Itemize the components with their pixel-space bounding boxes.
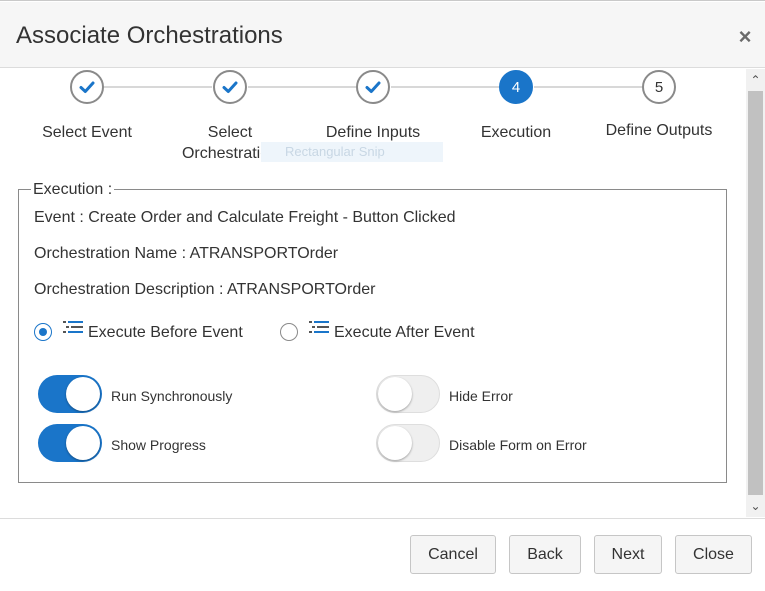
snip-overlay-text: Rectangular Snip <box>261 142 443 162</box>
step-label-define-inputs: Define Inputs <box>325 124 421 141</box>
orchestration-name-line: Orchestration Name : ATRANSPORTOrder <box>34 245 339 262</box>
toggle-knob <box>66 377 100 411</box>
execution-legend: Execution : <box>31 180 115 200</box>
disable-form-on-error-label: Disable Form on Error <box>449 437 587 453</box>
event-line: Event : Create Order and Calculate Freig… <box>34 209 456 226</box>
show-progress-label: Show Progress <box>111 437 206 453</box>
step-connector <box>248 86 356 88</box>
run-synchronously-toggle[interactable] <box>38 375 102 413</box>
check-icon <box>365 81 381 93</box>
step-connector <box>391 86 499 88</box>
orchestration-description-line: Orchestration Description : ATRANSPORTOr… <box>34 281 376 298</box>
close-button[interactable]: Close <box>675 535 752 574</box>
step-label-define-outputs: Define Outputs <box>605 122 713 139</box>
step-3-complete-check-icon[interactable] <box>356 70 390 104</box>
toggle-knob <box>378 426 412 460</box>
execute-before-event-label[interactable]: Execute Before Event <box>88 323 243 343</box>
step-label-select-event: Select Event <box>42 124 132 141</box>
disable-form-on-error-toggle[interactable] <box>376 424 440 462</box>
associate-orchestrations-dialog: Associate Orchestrations × 4 5 Select Ev… <box>0 0 765 591</box>
close-icon[interactable]: × <box>737 26 753 48</box>
run-synchronously-label: Run Synchronously <box>111 388 233 404</box>
step-connector <box>104 86 212 88</box>
check-icon <box>79 81 95 93</box>
next-button[interactable]: Next <box>594 535 662 574</box>
dialog-content: 4 5 Select Event Select Orchestration De… <box>0 69 746 517</box>
execution-fieldset: Execution : Event : Create Order and Cal… <box>18 180 727 483</box>
scroll-down-arrow-icon[interactable]: ⌄ <box>746 497 765 515</box>
dialog-title: Associate Orchestrations <box>16 22 283 49</box>
execute-after-event-label[interactable]: Execute After Event <box>334 323 475 343</box>
step-connector <box>534 86 642 88</box>
step-5-pending[interactable]: 5 <box>642 70 676 104</box>
list-indent-icon <box>309 321 329 333</box>
check-icon <box>222 81 238 93</box>
scroll-up-arrow-icon[interactable]: ⌃ <box>746 71 765 89</box>
step-1-complete-check-icon[interactable] <box>70 70 104 104</box>
execute-before-event-radio[interactable] <box>34 323 52 341</box>
step-4-active[interactable]: 4 <box>499 70 533 104</box>
hide-error-toggle[interactable] <box>376 375 440 413</box>
step-label-execution: Execution <box>480 124 552 141</box>
toggle-knob <box>378 377 412 411</box>
cancel-button[interactable]: Cancel <box>410 535 496 574</box>
hide-error-label: Hide Error <box>449 388 513 404</box>
dialog-footer: Cancel Back Next Close <box>0 518 765 591</box>
toggle-knob <box>66 426 100 460</box>
show-progress-toggle[interactable] <box>38 424 102 462</box>
back-button[interactable]: Back <box>509 535 581 574</box>
step-2-complete-check-icon[interactable] <box>213 70 247 104</box>
dialog-header: Associate Orchestrations × <box>0 2 765 68</box>
list-indent-icon <box>63 321 83 333</box>
content-scrollbar[interactable]: ⌃ ⌄ <box>746 69 765 517</box>
execute-after-event-radio[interactable] <box>280 323 298 341</box>
scroll-thumb[interactable] <box>748 91 763 495</box>
